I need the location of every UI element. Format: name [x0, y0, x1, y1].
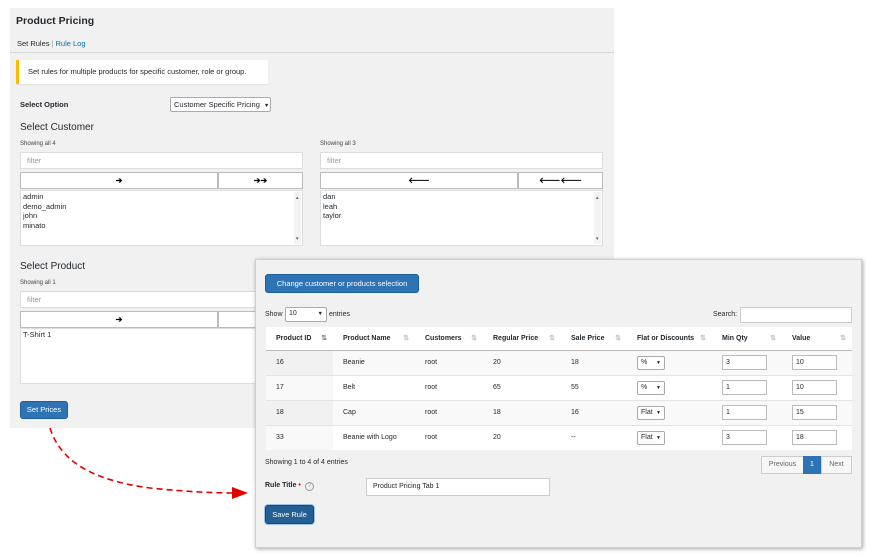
cell-sale-price: --: [561, 424, 627, 450]
cell-value: 18: [782, 424, 852, 450]
caret-down-icon: ▼: [656, 434, 661, 441]
cell-customers: root: [415, 349, 483, 375]
col-sale-price[interactable]: Sale Price ⇅: [561, 327, 627, 351]
show-label: Show: [265, 311, 283, 318]
col-value[interactable]: Value ⇅: [782, 327, 852, 351]
table-row: 18 Cap root 18 16 Flat ▼ 1 15: [266, 399, 852, 425]
cell-product-id: 17: [266, 374, 333, 400]
table-row: 33 Beanie with Logo root 20 -- Flat ▼ 3 1…: [266, 424, 852, 450]
caret-down-icon: ▼: [656, 384, 661, 391]
discount-type-select[interactable]: Flat ▼: [637, 405, 665, 420]
sort-icon: ⇅: [770, 335, 776, 342]
cell-product-name: Cap: [333, 399, 415, 425]
caret-down-icon: ▼: [656, 359, 661, 366]
sort-icon: ⇅: [700, 335, 706, 342]
table-row: 17 Belt root 65 55 % ▼ 1 10: [266, 374, 852, 400]
discount-type-select[interactable]: % ▼: [637, 355, 665, 370]
cell-value: 10: [782, 374, 852, 400]
rule-title-label-text: Rule Title: [265, 482, 297, 489]
cell-value: 10: [782, 349, 852, 375]
col-regular-price[interactable]: Regular Price ⇅: [483, 327, 561, 351]
table-header-row: Product ID ⇅ Product Name ⇅ Customers ⇅ Reg…: [266, 327, 852, 351]
cell-customers: root: [415, 424, 483, 450]
cell-product-id: 18: [266, 399, 333, 425]
col-product-id[interactable]: Product ID ⇅: [266, 327, 333, 351]
min-qty-input[interactable]: 3: [722, 355, 767, 370]
caret-down-icon: ▼: [317, 311, 323, 317]
change-selection-button[interactable]: Change customer or products selection: [265, 274, 419, 293]
cell-product-name: Beanie: [333, 349, 415, 375]
entries-label: entries: [329, 311, 351, 318]
cell-sale-price: 18: [561, 349, 627, 375]
caret-down-icon: ▼: [656, 409, 661, 416]
min-qty-input[interactable]: 1: [722, 380, 767, 395]
discount-type-select[interactable]: % ▼: [637, 380, 665, 395]
pricing-table: Product ID ⇅ Product Name ⇅ Customers ⇅ Reg…: [266, 327, 852, 450]
search-input[interactable]: [740, 307, 852, 323]
cell-customers: root: [415, 399, 483, 425]
cell-regular-price: 18: [483, 399, 561, 425]
cell-value: 15: [782, 399, 852, 425]
cell-min-qty: 1: [712, 374, 782, 400]
cell-regular-price: 65: [483, 374, 561, 400]
cell-flat-or-discounts: Flat ▼: [627, 399, 712, 425]
cell-product-name: Beanie with Logo: [333, 424, 415, 450]
value-input[interactable]: 18: [792, 430, 837, 446]
sort-icon: ⇅: [471, 335, 477, 342]
sort-icon: ⇅: [403, 335, 409, 342]
col-customers[interactable]: Customers ⇅: [415, 327, 483, 351]
sort-asc-icon: ⇅: [321, 335, 327, 342]
col-product-name[interactable]: Product Name ⇅: [333, 327, 415, 351]
cell-product-id: 33: [266, 424, 333, 450]
cell-min-qty: 3: [712, 424, 782, 450]
table-info: Showing 1 to 4 of 4 entries: [265, 459, 348, 466]
value-input[interactable]: 10: [792, 380, 837, 395]
min-qty-input[interactable]: 3: [722, 430, 767, 446]
help-icon[interactable]: ?: [304, 482, 314, 491]
cell-sale-price: 55: [561, 374, 627, 400]
entries-select[interactable]: 10 ▼: [285, 307, 327, 322]
pagination-page-1[interactable]: 1: [803, 456, 821, 474]
cell-regular-price: 20: [483, 349, 561, 375]
rule-title-input[interactable]: Product Pricing Tab 1: [366, 478, 550, 496]
entries-select-value: 10: [289, 310, 297, 317]
rule-title-label: Rule Title • ?: [265, 482, 314, 491]
cell-min-qty: 3: [712, 349, 782, 375]
sort-icon: ⇅: [549, 335, 555, 342]
table-row: 16 Beanie root 20 18 % ▼ 3 10: [266, 349, 852, 375]
discount-type-select[interactable]: Flat ▼: [637, 430, 665, 445]
required-marker: •: [298, 482, 301, 489]
col-flat-or-discounts[interactable]: Flat or Discounts ⇅: [627, 327, 712, 351]
pagination-previous[interactable]: Previous: [761, 456, 804, 474]
cell-regular-price: 20: [483, 424, 561, 450]
cell-product-id: 16: [266, 349, 333, 375]
cell-min-qty: 1: [712, 399, 782, 425]
cell-flat-or-discounts: Flat ▼: [627, 424, 712, 450]
cell-flat-or-discounts: % ▼: [627, 349, 712, 375]
sort-icon: ⇅: [840, 335, 846, 342]
cell-product-name: Belt: [333, 374, 415, 400]
save-rule-button[interactable]: Save Rule: [265, 505, 314, 524]
cell-flat-or-discounts: % ▼: [627, 374, 712, 400]
min-qty-input[interactable]: 1: [722, 405, 767, 420]
search-label: Search:: [713, 311, 738, 318]
sort-icon: ⇅: [615, 335, 621, 342]
col-min-qty[interactable]: Min Qty ⇅: [712, 327, 782, 351]
value-input[interactable]: 15: [792, 405, 837, 420]
cell-customers: root: [415, 374, 483, 400]
cell-sale-price: 16: [561, 399, 627, 425]
value-input[interactable]: 10: [792, 355, 837, 370]
pagination-next[interactable]: Next: [821, 456, 852, 474]
